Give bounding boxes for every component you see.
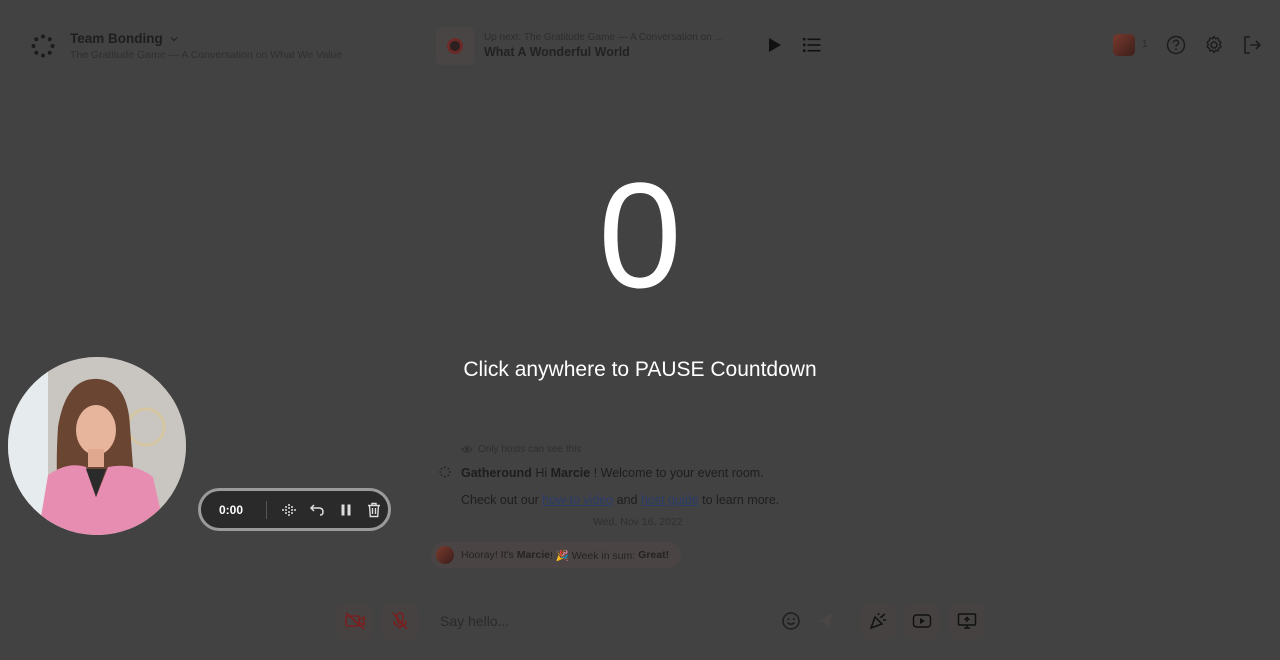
greeting-text: Hi [531,466,551,480]
participant-count: 1 [1142,39,1148,50]
now-playing-track: What A Wonderful World [484,45,630,59]
recording-time: 0:00 [219,502,244,517]
greeting-tail: ! Welcome to your event room. [590,466,764,480]
waveform-icon [281,503,296,516]
up-next-label: Up next: The Gratitude Game — A Conversa… [484,32,723,43]
exit-icon[interactable] [1241,34,1263,56]
youtube-button[interactable] [904,603,940,639]
chat-welcome-message: Gatheround Hi Marcie ! Welcome to your e… [461,466,764,480]
countdown-number[interactable]: 0 [0,160,1280,310]
chat-sender: Gatheround [461,466,532,480]
gatheround-logo-icon [439,466,451,478]
mic-toggle-button[interactable] [382,603,418,639]
help-text-start: Check out our [461,493,543,507]
chat-date: Wed, Nov 16, 2022 [593,516,683,528]
room-info[interactable]: Team Bonding The Gratitude Game — A Conv… [70,31,342,61]
hooray-result: Great! [638,549,670,561]
self-video-bubble[interactable] [8,357,186,535]
visibility-note: Only hosts can see this [461,444,581,455]
divider [265,500,267,519]
help-icon[interactable] [1165,34,1187,56]
host-guide-link[interactable]: host guide [641,493,699,507]
up-next-info: Up next: The Gratitude Game — A Conversa… [484,32,723,59]
emoji-icon[interactable] [781,611,801,631]
webcam-feed [8,357,186,535]
camera-toggle-button[interactable] [337,603,373,639]
hooray-mid: ! 🎉 Week in sum: [549,549,636,562]
undo-icon [310,503,325,516]
room-title: Team Bonding [70,31,163,46]
youtube-icon [912,614,932,628]
record-disc-icon [447,38,463,54]
waveform-button[interactable] [275,499,303,521]
chat-help-message: Check out our how-to video and host guid… [461,493,779,507]
celebrate-button[interactable] [860,603,896,639]
queue-list-icon[interactable] [802,36,822,54]
camera-off-icon [345,612,365,630]
gear-icon[interactable] [1203,34,1225,56]
chat-input[interactable] [440,606,760,636]
pause-countdown-message[interactable]: Click anywhere to PAUSE Countdown [0,358,1280,382]
help-text-end: to learn more. [698,493,780,507]
mic-off-icon [392,612,408,630]
avatar [436,546,454,564]
help-text-mid: and [613,493,641,507]
chat-user-name: Marcie [550,466,591,480]
pause-recording-button[interactable] [331,499,359,521]
loading-spinner-icon [31,34,55,58]
visibility-text: Only hosts can see this [478,444,582,455]
party-popper-icon [869,612,886,630]
delete-recording-button[interactable] [360,499,388,521]
trash-icon [367,502,380,517]
screen-share-button[interactable] [949,603,985,639]
undo-button[interactable] [303,499,331,521]
play-icon[interactable] [764,35,784,55]
pause-icon [341,504,351,515]
music-thumbnail [436,27,474,65]
hooray-message: Hooray! It's Marcie ! 🎉 Week in sum: Gre… [431,542,682,568]
send-icon[interactable] [815,611,835,631]
voice-recorder-bar: 0:00 [198,488,391,531]
participant-avatar[interactable] [1113,34,1135,56]
screen-share-icon [957,613,977,629]
hooray-text: Hooray! It's [461,549,514,561]
how-to-video-link[interactable]: how-to video [542,493,613,507]
room-subtitle: The Gratitude Game — A Conversation on W… [70,49,343,61]
hooray-name: Marcie [516,549,550,561]
chevron-down-icon[interactable] [169,34,179,44]
eye-icon [461,446,473,453]
